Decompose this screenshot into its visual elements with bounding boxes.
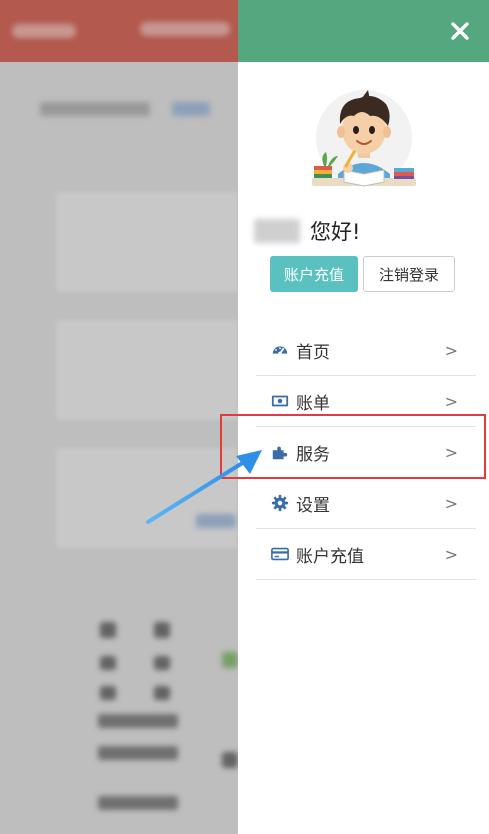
menu-item-home[interactable]: 首页 > [256,325,476,376]
dashboard-icon [270,340,290,360]
greeting-text: 您好! [310,220,361,244]
background-page [0,0,238,834]
close-icon [451,22,469,40]
greeting-row: 您好! [254,214,360,248]
close-button[interactable] [445,16,475,46]
gear-icon [270,493,290,513]
menu-item-label: 首页 [296,342,330,363]
credit-card-icon [270,544,290,564]
money-bill-icon [270,391,290,411]
chevron-right-icon: > [444,391,458,411]
chevron-right-icon: > [444,493,458,513]
recharge-button[interactable]: 账户充值 [270,256,358,292]
chevron-right-icon: > [444,544,458,564]
menu-item-label: 账户充值 [296,546,364,567]
drawer-backdrop[interactable] [0,0,238,834]
chevron-right-icon: > [444,340,458,360]
username-blurred [254,219,300,243]
menu-item-label: 设置 [296,495,330,516]
menu-item-settings[interactable]: 设置 > [256,478,476,529]
avatar [312,90,416,187]
drawer-header [238,0,489,62]
menu-item-label: 账单 [296,393,330,414]
pointer-arrow [146,450,262,524]
logout-button[interactable]: 注销登录 [363,256,455,292]
menu-item-recharge[interactable]: 账户充值 > [256,529,476,580]
